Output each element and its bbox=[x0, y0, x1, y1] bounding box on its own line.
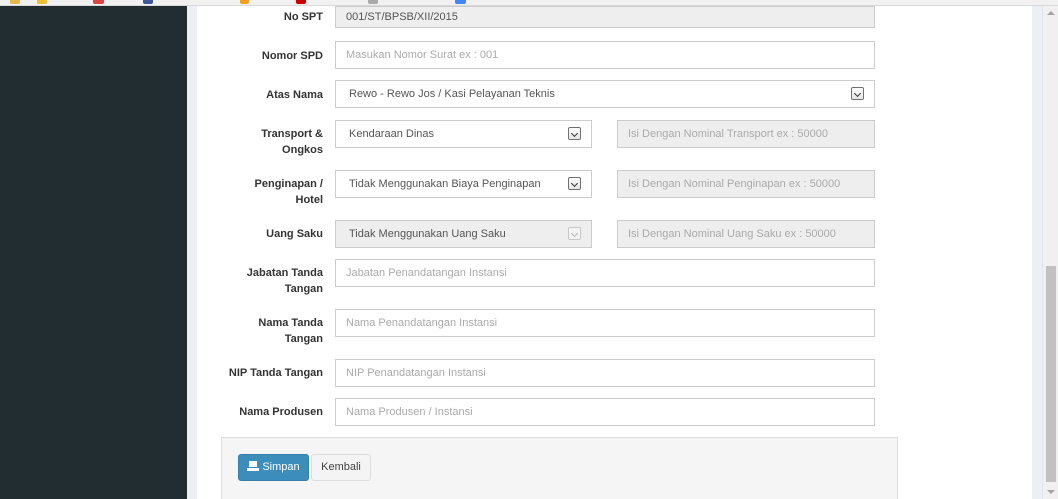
sidebar bbox=[0, 6, 187, 499]
nomor-spd-placeholder: Masukan Nomor Surat ex : 001 bbox=[346, 49, 499, 61]
scroll-down-arrow-icon[interactable] bbox=[1043, 484, 1058, 499]
content-wrapper: No SPT 001/ST/BPSB/XII/2015 Nomor SPD Ma… bbox=[187, 6, 1042, 499]
jabatan-ttd-label: Jabatan Tanda Tangan bbox=[246, 267, 323, 295]
form-footer: Simpan Kembali bbox=[221, 437, 898, 499]
no-spt-value: 001/ST/BPSB/XII/2015 bbox=[346, 11, 458, 23]
bookmark-icon[interactable] bbox=[93, 0, 104, 4]
transport-nominal-input[interactable]: Isi Dengan Nominal Transport ex : 50000 bbox=[617, 120, 875, 148]
nomor-spd-input[interactable]: Masukan Nomor Surat ex : 001 bbox=[335, 41, 875, 69]
no-spt-label: No SPT bbox=[283, 11, 323, 23]
penginapan-nominal-placeholder: Isi Dengan Nominal Penginapan ex : 50000 bbox=[628, 178, 841, 190]
scroll-up-arrow-icon[interactable] bbox=[1043, 6, 1058, 21]
penginapan-nominal-input[interactable]: Isi Dengan Nominal Penginapan ex : 50000 bbox=[617, 170, 875, 198]
nama-ttd-placeholder: Nama Penandatangan Instansi bbox=[346, 317, 498, 329]
no-spt-field[interactable]: 001/ST/BPSB/XII/2015 bbox=[335, 6, 875, 28]
uang-saku-selected: Tidak Menggunakan Uang Saku bbox=[349, 228, 506, 240]
bookmark-icon[interactable] bbox=[37, 0, 47, 4]
bookmark-icon[interactable] bbox=[143, 0, 153, 4]
chevron-down-icon[interactable] bbox=[851, 87, 864, 100]
uang-saku-label: Uang Saku bbox=[266, 228, 323, 240]
nama-produsen-label: Nama Produsen bbox=[239, 406, 323, 418]
nomor-spd-label: Nomor SPD bbox=[261, 50, 323, 62]
save-icon bbox=[247, 461, 260, 471]
chevron-down-icon[interactable] bbox=[568, 177, 581, 190]
bookmark-icon[interactable] bbox=[240, 0, 249, 4]
penginapan-select[interactable]: Tidak Menggunakan Biaya Penginapan bbox=[335, 170, 592, 198]
vertical-scrollbar[interactable] bbox=[1042, 6, 1058, 499]
nip-ttd-label: NIP Tanda Tangan bbox=[228, 367, 323, 379]
nama-produsen-placeholder: Nama Produsen / Instansi bbox=[346, 406, 473, 418]
penginapan-label: Penginapan / Hotel bbox=[254, 178, 323, 206]
scrollbar-thumb[interactable] bbox=[1046, 266, 1056, 482]
transport-selected: Kendaraan Dinas bbox=[349, 128, 435, 140]
jabatan-ttd-input[interactable]: Jabatan Penandatangan Instansi bbox=[335, 259, 875, 287]
nama-ttd-label: Nama Tanda Tangan bbox=[258, 317, 323, 345]
bookmark-icon[interactable] bbox=[296, 0, 306, 4]
uang-saku-select[interactable]: Tidak Menggunakan Uang Saku bbox=[335, 220, 592, 248]
save-button[interactable]: Simpan bbox=[238, 454, 309, 481]
back-button[interactable]: Kembali bbox=[311, 454, 371, 481]
bookmark-icon[interactable] bbox=[368, 0, 378, 4]
jabatan-ttd-placeholder: Jabatan Penandatangan Instansi bbox=[346, 267, 507, 279]
back-button-label: Kembali bbox=[321, 461, 361, 473]
atas-nama-label: Atas Nama bbox=[266, 89, 323, 101]
nama-ttd-input[interactable]: Nama Penandatangan Instansi bbox=[335, 309, 875, 337]
uang-saku-nominal-placeholder: Isi Dengan Nominal Uang Saku ex : 50000 bbox=[628, 228, 836, 240]
transport-nominal-placeholder: Isi Dengan Nominal Transport ex : 50000 bbox=[628, 128, 828, 140]
nama-produsen-input[interactable]: Nama Produsen / Instansi bbox=[335, 398, 875, 426]
transport-select[interactable]: Kendaraan Dinas bbox=[335, 120, 592, 148]
nip-ttd-placeholder: NIP Penandatangan Instansi bbox=[346, 367, 486, 379]
chevron-down-icon[interactable] bbox=[568, 127, 581, 140]
transport-label: Transport & Ongkos bbox=[261, 128, 323, 156]
atas-nama-select[interactable]: Rewo - Rewo Jos / Kasi Pelayanan Teknis bbox=[335, 80, 875, 108]
form-box: No SPT 001/ST/BPSB/XII/2015 Nomor SPD Ma… bbox=[197, 6, 1032, 499]
chevron-down-icon bbox=[568, 227, 581, 240]
bookmark-icon[interactable] bbox=[455, 0, 466, 4]
penginapan-selected: Tidak Menggunakan Biaya Penginapan bbox=[349, 178, 541, 190]
bookmark-icon[interactable] bbox=[10, 0, 20, 4]
nip-ttd-input[interactable]: NIP Penandatangan Instansi bbox=[335, 359, 875, 387]
atas-nama-selected: Rewo - Rewo Jos / Kasi Pelayanan Teknis bbox=[349, 88, 555, 100]
save-button-label: Simpan bbox=[262, 461, 300, 473]
uang-saku-nominal-input[interactable]: Isi Dengan Nominal Uang Saku ex : 50000 bbox=[617, 220, 875, 248]
